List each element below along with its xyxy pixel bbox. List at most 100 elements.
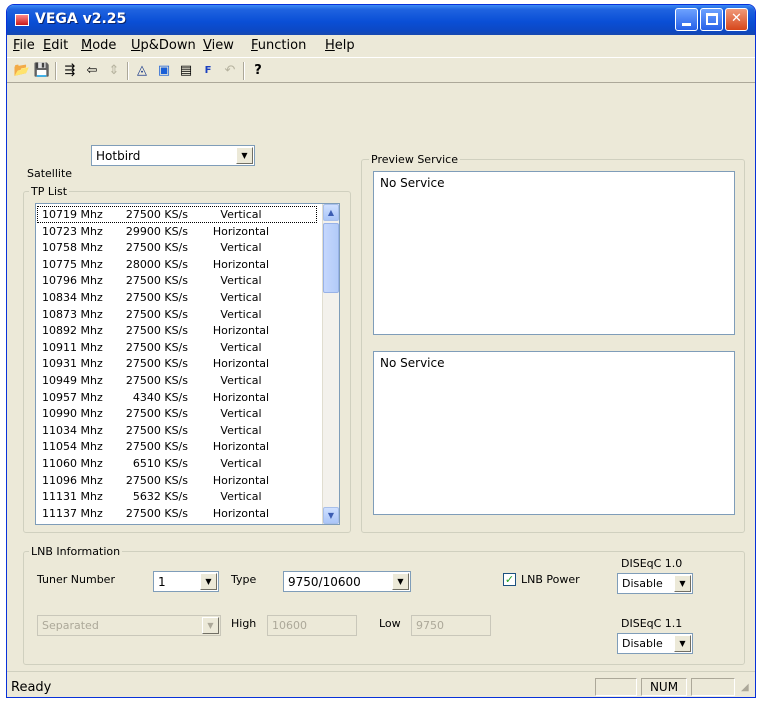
tp-list-item[interactable]: 11034 Mhz 27500 KS/s Vertical bbox=[38, 423, 316, 438]
scroll-down-icon[interactable]: ▼ bbox=[323, 507, 339, 524]
lnb-mode-combo[interactable]: Separated ▼ bbox=[37, 615, 221, 636]
tp-pol: Horizontal bbox=[212, 390, 270, 404]
title-bar[interactable]: VEGA v2.25 ✕ bbox=[7, 5, 755, 35]
maximize-button[interactable] bbox=[700, 8, 723, 31]
low-frequency-value: 9750 bbox=[416, 619, 444, 632]
tp-sr: 5632 KS/s bbox=[132, 490, 188, 504]
undo-icon[interactable]: ↶ bbox=[221, 62, 239, 79]
chevron-down-icon[interactable]: ▼ bbox=[674, 575, 691, 592]
tp-sr: 27500 KS/s bbox=[125, 407, 188, 421]
chevron-down-icon[interactable]: ▼ bbox=[674, 635, 691, 652]
diseqc11-label: DISEqC 1.1 bbox=[621, 617, 683, 630]
tp-pol: Horizontal bbox=[212, 473, 270, 487]
open-folder-icon[interactable]: 📂 bbox=[13, 62, 31, 79]
tp-list-item[interactable]: 11137 Mhz 27500 KS/s Horizontal bbox=[38, 506, 316, 521]
tp-list-item[interactable]: 10957 Mhz 4340 KS/s Horizontal bbox=[38, 390, 316, 405]
high-frequency-field[interactable]: 10600 bbox=[267, 615, 357, 636]
tp-list-item[interactable]: 10873 Mhz 27500 KS/s Vertical bbox=[38, 307, 316, 322]
tp-sr: 28000 KS/s bbox=[125, 257, 188, 271]
save-disk-icon[interactable]: 💾 bbox=[33, 62, 51, 79]
close-button[interactable]: ✕ bbox=[725, 8, 748, 31]
tv-icon[interactable]: ▤ bbox=[177, 62, 195, 79]
diseqc11-value: Disable bbox=[622, 637, 663, 650]
tp-list-item[interactable]: 10990 Mhz 27500 KS/s Vertical bbox=[38, 406, 316, 421]
menu-function[interactable]: Function bbox=[251, 38, 306, 53]
chevron-down-icon[interactable]: ▼ bbox=[392, 573, 409, 590]
fav-icon[interactable]: F bbox=[199, 62, 217, 79]
tp-freq: 10990 Mhz bbox=[42, 407, 103, 421]
preview-service-label: Preview Service bbox=[369, 153, 460, 166]
monitor-icon[interactable]: ▣ bbox=[155, 62, 173, 79]
tp-list-item[interactable]: 10719 Mhz 27500 KS/s Vertical bbox=[37, 206, 317, 223]
chevron-down-icon[interactable]: ▼ bbox=[202, 617, 219, 634]
status-pane-num: NUM bbox=[641, 678, 687, 696]
tp-sr: 4340 KS/s bbox=[132, 390, 188, 404]
tp-freq: 10796 Mhz bbox=[42, 274, 103, 288]
tuner-number-combo[interactable]: 1 ▼ bbox=[153, 571, 219, 592]
diseqc10-combo[interactable]: Disable ▼ bbox=[617, 573, 693, 594]
satellite-combo[interactable]: Hotbird ▼ bbox=[91, 145, 255, 166]
tp-sr: 27500 KS/s bbox=[125, 324, 188, 338]
tp-sr: 27500 KS/s bbox=[125, 473, 188, 487]
tp-list-item[interactable]: 11060 Mhz 6510 KS/s Vertical bbox=[38, 456, 316, 471]
tp-pol: Vertical bbox=[220, 307, 262, 321]
tp-list-item[interactable]: 10775 Mhz 28000 KS/s Horizontal bbox=[38, 257, 316, 272]
tp-list-item[interactable]: 11131 Mhz 5632 KS/s Vertical bbox=[38, 489, 316, 504]
maximize-icon bbox=[706, 13, 718, 25]
tp-pol: Vertical bbox=[220, 291, 262, 304]
tp-list-scrollbar[interactable]: ▲ ▼ bbox=[322, 204, 339, 524]
tp-list-item[interactable]: 10931 Mhz 27500 KS/s Horizontal bbox=[38, 356, 316, 371]
menu-help[interactable]: Help bbox=[325, 38, 355, 53]
help-icon[interactable]: ? bbox=[249, 62, 267, 79]
tp-freq: 11137 Mhz bbox=[42, 506, 103, 520]
chevron-down-icon[interactable]: ▼ bbox=[236, 147, 253, 164]
minimize-button[interactable] bbox=[675, 8, 698, 31]
tp-freq: 10892 Mhz bbox=[42, 324, 103, 338]
tp-list-item[interactable]: 11096 Mhz 27500 KS/s Horizontal bbox=[38, 473, 316, 488]
tp-sr: 27500 KS/s bbox=[125, 208, 188, 221]
lnb-type-combo[interactable]: 9750/10600 ▼ bbox=[283, 571, 411, 592]
scroll-up-icon[interactable]: ▲ bbox=[323, 204, 339, 221]
tp-list-item[interactable]: 10892 Mhz 27500 KS/s Horizontal bbox=[38, 323, 316, 338]
menu-edit[interactable]: Edit bbox=[43, 38, 68, 53]
tp-freq: 10957 Mhz bbox=[42, 390, 103, 404]
lnb-power-label: LNB Power bbox=[521, 573, 580, 586]
tp-sr: 27500 KS/s bbox=[125, 423, 188, 437]
import-icon[interactable]: ⇶ bbox=[61, 62, 79, 79]
diseqc11-combo[interactable]: Disable ▼ bbox=[617, 633, 693, 654]
sort-icon[interactable]: ⇕ bbox=[105, 62, 123, 79]
lnb-type-value: 9750/10600 bbox=[288, 575, 361, 589]
tp-list-item[interactable]: 10949 Mhz 27500 KS/s Vertical bbox=[38, 373, 316, 388]
minimize-icon bbox=[682, 23, 691, 26]
tp-freq: 11034 Mhz bbox=[42, 423, 103, 437]
menu-view[interactable]: View bbox=[203, 38, 234, 53]
export-icon[interactable]: ⇦ bbox=[83, 62, 101, 79]
toolbar-separator bbox=[127, 62, 129, 80]
status-bar: Ready NUM ◢ bbox=[7, 671, 755, 697]
tp-list-item[interactable]: 11054 Mhz 27500 KS/s Horizontal bbox=[38, 439, 316, 454]
resize-grip-icon[interactable]: ◢ bbox=[741, 682, 753, 694]
tp-list-item[interactable]: 10758 Mhz 27500 KS/s Vertical bbox=[38, 240, 316, 255]
tp-pol: Horizontal bbox=[212, 357, 270, 371]
tp-list-item[interactable]: 10796 Mhz 27500 KS/s Vertical bbox=[38, 273, 316, 288]
chevron-down-icon[interactable]: ▼ bbox=[200, 573, 217, 590]
menu-updown[interactable]: Up&Down bbox=[131, 38, 196, 53]
menu-mode[interactable]: Mode bbox=[81, 38, 116, 53]
tp-sr: 6510 KS/s bbox=[132, 457, 188, 470]
scroll-thumb[interactable] bbox=[323, 223, 339, 293]
tp-listbox[interactable]: 10719 Mhz 27500 KS/s Vertical 10723 Mhz 2990… bbox=[35, 203, 340, 525]
low-frequency-field[interactable]: 9750 bbox=[411, 615, 491, 636]
lnb-mode-value: Separated bbox=[42, 619, 99, 632]
tp-pol: Vertical bbox=[220, 457, 262, 470]
type-label: Type bbox=[231, 573, 257, 586]
antenna-icon[interactable]: ◬ bbox=[133, 62, 151, 79]
tp-list-item[interactable]: 10911 Mhz 27500 KS/s Vertical bbox=[38, 340, 316, 355]
tp-list-item[interactable]: 10723 Mhz 29900 KS/s Horizontal bbox=[38, 224, 316, 239]
checkmark-icon: ✓ bbox=[504, 573, 515, 586]
lnb-power-checkbox[interactable]: ✓ bbox=[503, 573, 516, 586]
menu-file[interactable]: File bbox=[13, 38, 35, 53]
tp-pol: Vertical bbox=[220, 340, 262, 354]
tp-list-item[interactable]: 10834 Mhz 27500 KS/s Vertical bbox=[38, 290, 316, 305]
preview-service-bottom-box[interactable]: No Service bbox=[373, 351, 735, 515]
preview-service-top-box[interactable]: No Service bbox=[373, 171, 735, 335]
